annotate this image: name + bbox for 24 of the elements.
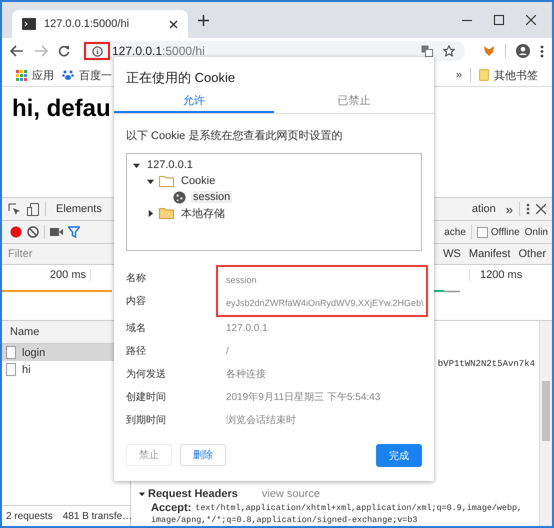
- field-value: 浏览会话结束时: [226, 414, 296, 428]
- url-text: 127.0.0.1:5000/hi: [112, 44, 205, 58]
- field-value: 各种连接: [226, 368, 266, 382]
- field-value: 127.0.0.1: [226, 322, 268, 336]
- page-heading: hi, defau: [12, 95, 111, 123]
- description-text: 以下 Cookie 是系统在您查看此网页时设置的: [125, 128, 344, 144]
- header-name: Accept:: [151, 502, 192, 514]
- field-value: session: [226, 274, 258, 287]
- field-label: 名称: [126, 272, 147, 286]
- timeline-tick: 200 ms: [2, 269, 91, 281]
- request-count: 2 requests: [6, 510, 53, 522]
- field-label: 创建时间: [126, 390, 167, 405]
- timeline-tick: 1200 ms: [469, 269, 540, 281]
- field-label: 内容: [126, 294, 147, 309]
- header-value-text: text/html,application/xhtml+xml,application/xml;q=0.9,image/webp,: [195, 502, 522, 514]
- field-label: 到期时间: [126, 414, 167, 428]
- transfer-size: 481 B transfe…: [62, 510, 132, 522]
- field-value: /: [226, 345, 229, 359]
- header-value-text: image/apng,*/*;q=0.8,application/signed-exchange;v=b3: [150, 514, 418, 526]
- field-label: 为何发送: [126, 368, 167, 382]
- header-value-text: bVP1tWN2N2t5Avn7k4: [438, 359, 535, 369]
- dialog-title: 正在使用的 Cookie: [125, 69, 236, 87]
- field-value: 2019年9月11日星期三 下午5:54:43: [226, 390, 380, 405]
- field-value: eyJsb2dnZWRfaW4iOnRydWV9.XXjEYw.2HGeb\: [226, 297, 424, 310]
